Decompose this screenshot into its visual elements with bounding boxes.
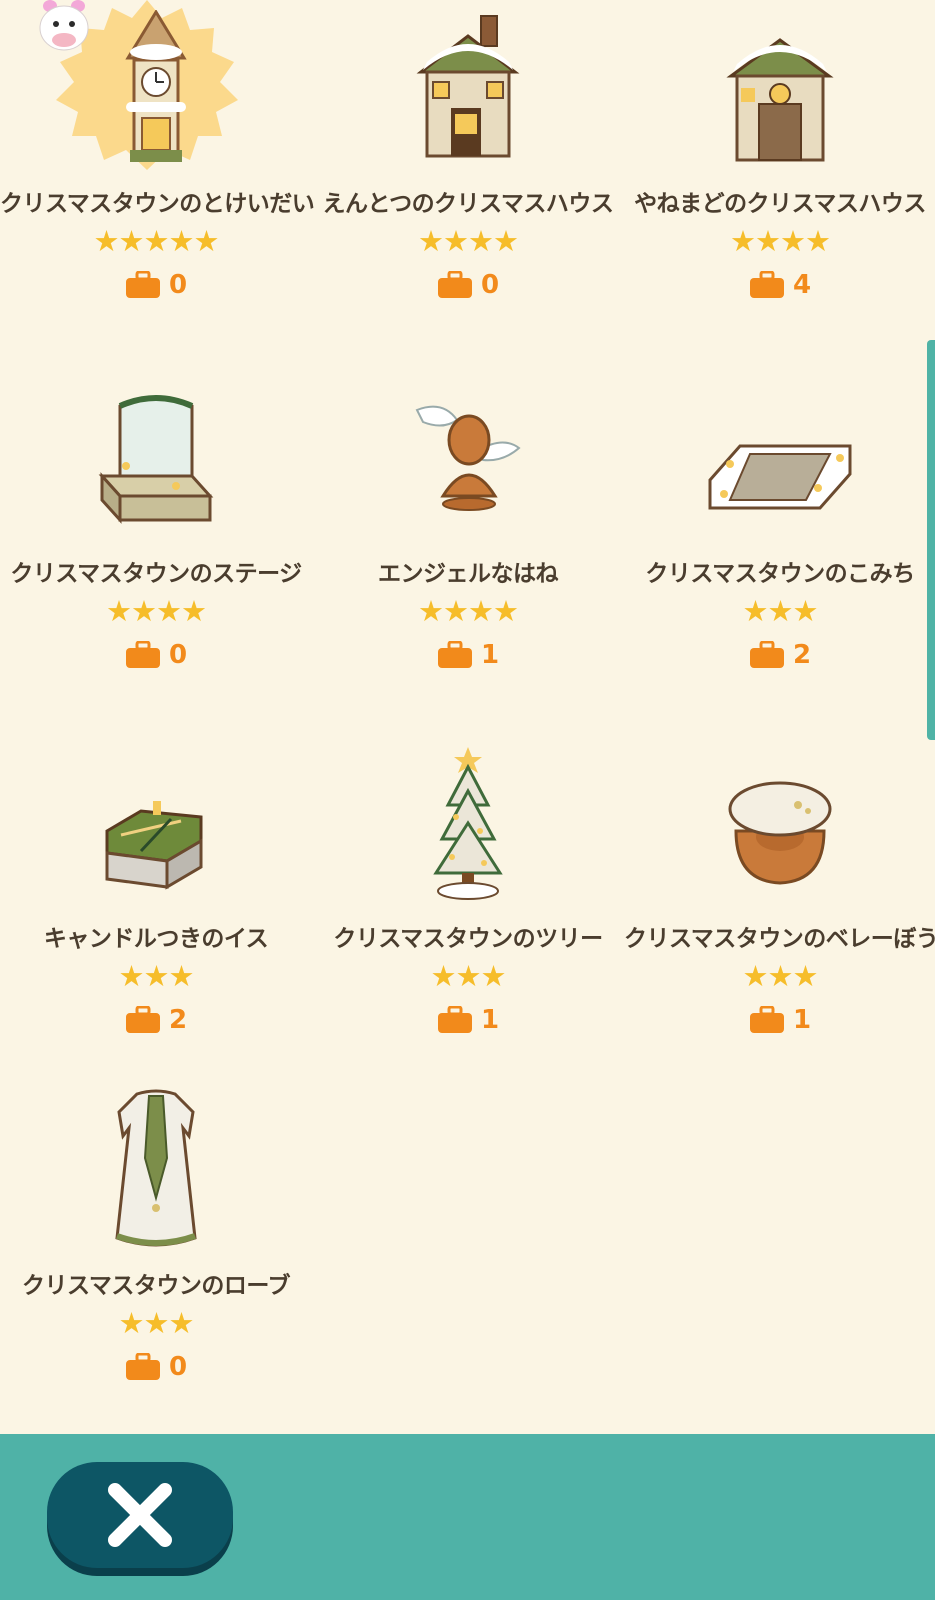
star-rating: ★★★ [742,959,819,993]
star-rating: ★★★★★ [93,224,220,258]
item-card-clock-tower[interactable]: クリスマスタウンのとけいだい ★★★★★ 0 [0,0,315,310]
item-name: エンジェルなはね [378,561,559,587]
owned-count: 4 [792,270,812,300]
item-name: クリスマスタウンのローブ [22,1273,290,1299]
item-card-stage[interactable]: クリスマスタウンのステージ ★★★★ 0 [0,370,312,680]
close-icon [108,1483,172,1547]
owned-count: 2 [168,1005,188,1035]
bag-icon [125,1353,160,1380]
item-name: クリスマスタウンのステージ [10,561,302,587]
owned-count-row: 1 [624,1005,935,1035]
owned-count-row: 0 [0,640,312,670]
owned-count: 0 [168,270,188,300]
owned-count: 2 [792,640,812,670]
robe-icon [115,1089,197,1247]
item-name: やねまどのクリスマスハウス [634,191,926,217]
bag-icon [125,271,160,298]
item-name: クリスマスタウンのこみち [645,561,915,587]
owned-count-row: 0 [0,1352,312,1382]
item-image [0,380,312,560]
clock-tower-icon [125,10,187,162]
item-card-angel-wings[interactable]: エンジェルなはね ★★★★ 1 [312,370,624,680]
scrollbar[interactable] [927,340,935,740]
item-image [312,380,624,560]
close-button[interactable] [47,1462,233,1568]
star-rating: ★★★★ [730,224,831,258]
item-name: クリスマスタウンのツリー [333,926,603,952]
angel-wings-icon [415,405,521,511]
star-rating: ★★★ [742,594,819,628]
item-card-dormer-house[interactable]: やねまどのクリスマスハウス ★★★★ 4 [624,0,935,310]
item-image [0,10,312,190]
item-image [0,755,312,935]
owned-count: 1 [480,1005,500,1035]
beret-icon [728,781,832,885]
item-card-robe[interactable]: クリスマスタウンのローブ ★★★ 0 [0,1089,312,1410]
item-name: クリスマスタウンのとけいだい [0,191,315,217]
item-name: えんとつのクリスマスハウス [322,191,614,217]
owned-count-row: 2 [624,640,935,670]
footer-bar [0,1434,935,1600]
item-image [624,755,935,935]
owned-count-row: 1 [312,1005,624,1035]
item-card-candle-chair[interactable]: キャンドルつきのイス ★★★ 2 [0,745,312,1055]
owned-count: 0 [168,1352,188,1382]
item-name: キャンドルつきのイス [43,926,269,952]
owned-count: 1 [480,640,500,670]
item-image [624,10,935,190]
owned-count-row: 0 [312,270,624,300]
owned-count-row: 2 [0,1005,312,1035]
item-image [0,1089,312,1280]
owned-count: 1 [792,1005,812,1035]
item-card-chimney-house[interactable]: えんとつのクリスマスハウス ★★★★ 0 [312,0,624,310]
item-image [624,380,935,560]
stage-icon [98,395,214,524]
dormer-house-icon [726,38,834,162]
owned-count: 0 [480,270,500,300]
item-image [312,10,624,190]
star-rating: ★★★ [118,959,195,993]
item-image [312,745,624,925]
item-name: クリスマスタウンのベレーぼう [624,926,935,952]
item-grid: クリスマスタウンのとけいだい ★★★★★ 0 えんとつのクリスマスハウス ★★★… [0,0,935,1434]
path-icon [708,444,852,510]
christmas-tree-icon [433,747,503,900]
star-rating: ★★★ [118,1306,195,1340]
candle-chair-icon [105,801,203,890]
bag-icon [437,271,472,298]
bag-icon [749,1006,784,1033]
star-rating: ★★★★ [418,594,519,628]
bag-icon [125,641,160,668]
star-rating: ★★★★ [418,224,519,258]
owned-count: 0 [168,640,188,670]
bag-icon [749,271,784,298]
bag-icon [125,1006,160,1033]
chimney-house-icon [416,15,520,158]
star-rating: ★★★ [430,959,507,993]
star-rating: ★★★★ [106,594,207,628]
bag-icon [749,641,784,668]
owned-count-row: 0 [0,270,312,300]
owned-count-row: 4 [624,270,935,300]
owned-count-row: 1 [312,640,624,670]
item-card-beret[interactable]: クリスマスタウンのベレーぼう ★★★ 1 [624,745,935,1055]
bag-icon [437,641,472,668]
item-card-path[interactable]: クリスマスタウンのこみち ★★★ 2 [624,370,935,680]
bag-icon [437,1006,472,1033]
item-card-christmas-tree[interactable]: クリスマスタウンのツリー ★★★ 1 [312,745,624,1055]
